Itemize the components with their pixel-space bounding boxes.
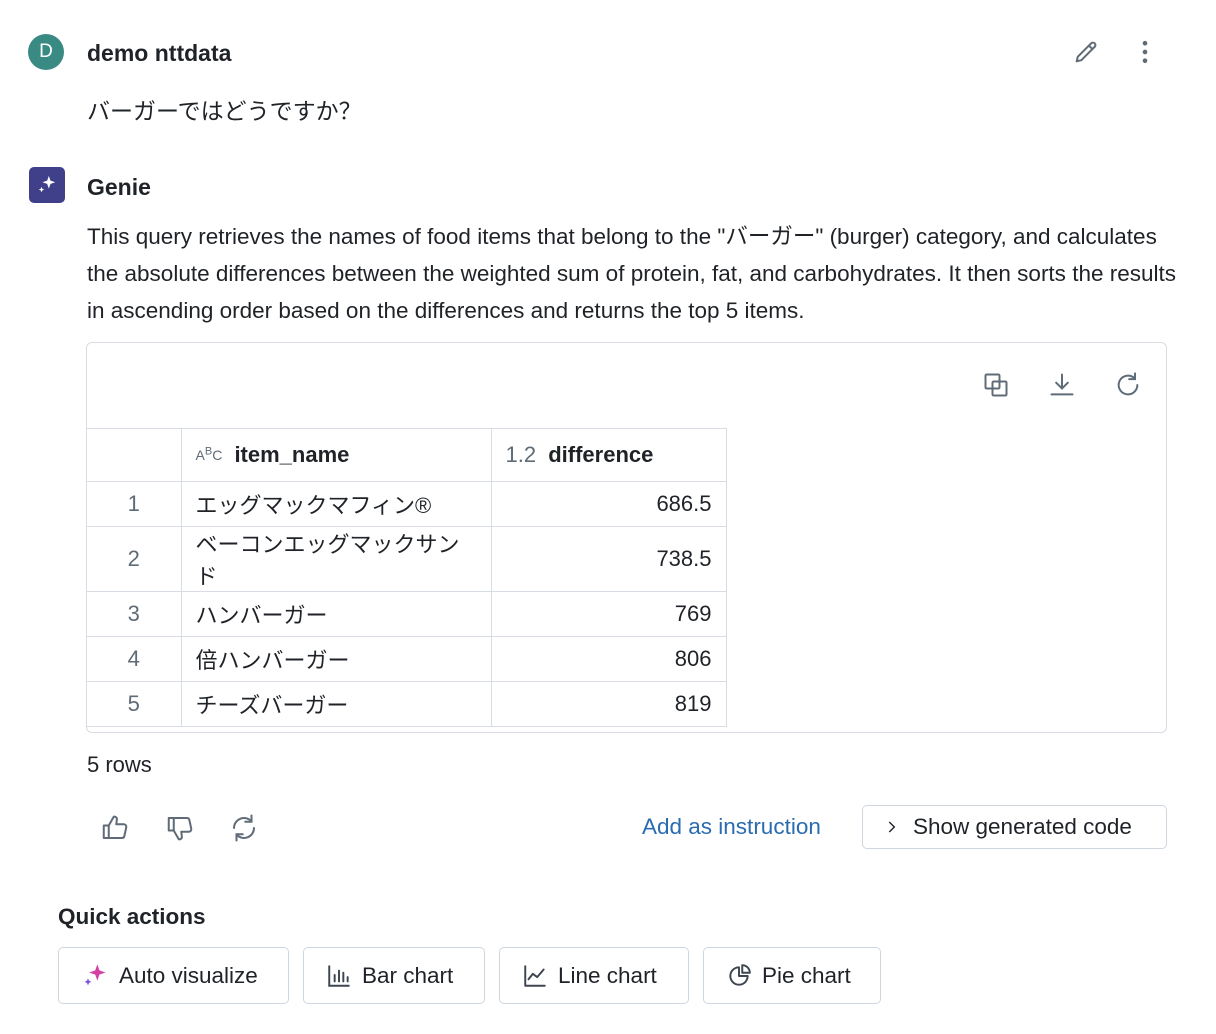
download-button[interactable] [1044, 367, 1080, 403]
user-avatar: D [28, 34, 64, 70]
pie-chart-label: Pie chart [762, 962, 851, 988]
string-type-icon: ABC [195, 445, 223, 463]
bar-chart-icon [326, 963, 352, 989]
quick-actions-title: Quick actions [58, 904, 206, 929]
numeric-type-label: 1.2 [505, 442, 537, 467]
regenerate-icon [233, 814, 255, 842]
table-header-row: ABC item_name 1.2 difference [87, 428, 727, 482]
genie-author-name: Genie [87, 174, 151, 200]
auto-visualize-button[interactable]: Auto visualize [58, 947, 289, 1004]
result-card: ABC item_name 1.2 difference 1 エッグマックマフィ… [86, 342, 1167, 733]
show-generated-code-label: Show generated code [913, 814, 1132, 839]
cell-difference: 686.5 [490, 481, 727, 527]
genie-description: This query retrieves the names of food i… [87, 224, 1176, 323]
cell-item-name: ハンバーガー [180, 591, 492, 637]
table-row: 1 エッグマックマフィン® 686.5 [87, 481, 727, 527]
kebab-menu-icon [1142, 40, 1148, 64]
edit-message-button[interactable] [1068, 34, 1104, 70]
thumbs-up-button[interactable] [97, 810, 133, 846]
auto-visualize-label: Auto visualize [119, 962, 258, 988]
sparkle-icon [81, 962, 109, 990]
cell-item-name: 倍ハンバーガー [180, 636, 492, 682]
copy-icon [984, 373, 1008, 397]
cell-difference: 738.5 [490, 526, 727, 592]
table-row: 2 ベーコンエッグマックサンド 738.5 [87, 526, 727, 592]
add-as-instruction-link[interactable]: Add as instruction [642, 814, 821, 840]
table-row: 4 倍ハンバーガー 806 [87, 636, 727, 682]
thumbs-down-button[interactable] [162, 810, 198, 846]
line-chart-label: Line chart [558, 962, 657, 988]
column-name: difference [548, 442, 654, 467]
index-header [87, 428, 182, 482]
pie-chart-icon [726, 963, 752, 989]
table-row: 3 ハンバーガー 769 [87, 591, 727, 637]
pencil-icon [1075, 41, 1097, 63]
chevron-right-icon [885, 820, 899, 834]
results-table: ABC item_name 1.2 difference 1 エッグマックマフィ… [87, 428, 727, 727]
column-name: item_name [234, 442, 350, 467]
cell-item-name: エッグマックマフィン® [180, 481, 492, 527]
genie-avatar [29, 167, 65, 203]
cell-difference: 806 [490, 636, 727, 682]
bar-chart-button[interactable]: Bar chart [303, 947, 485, 1004]
avatar-letter: D [39, 41, 53, 62]
cell-difference: 769 [490, 591, 727, 637]
copy-button[interactable] [978, 367, 1014, 403]
line-chart-button[interactable]: Line chart [499, 947, 689, 1004]
show-generated-code-button[interactable]: Show generated code [862, 805, 1167, 849]
regenerate-button[interactable] [226, 810, 262, 846]
refresh-button[interactable] [1110, 367, 1146, 403]
cell-item-name: ベーコンエッグマックサンド [180, 526, 492, 592]
download-icon [1050, 373, 1074, 396]
row-index: 5 [87, 681, 182, 727]
cell-difference: 819 [490, 681, 727, 727]
user-author-name: demo nttdata [87, 40, 232, 66]
table-row: 5 チーズバーガー 819 [87, 681, 727, 727]
row-index: 1 [87, 481, 182, 527]
row-index: 3 [87, 591, 182, 637]
cell-item-name: チーズバーガー [180, 681, 492, 727]
thumbs-up-icon [102, 815, 128, 839]
bar-chart-label: Bar chart [362, 962, 454, 988]
refresh-icon [1117, 372, 1139, 396]
sparkle-icon [38, 175, 56, 193]
line-chart-icon [522, 963, 548, 989]
row-count-label: 5 rows [87, 752, 152, 777]
column-header-item-name[interactable]: ABC item_name [180, 428, 492, 482]
row-index: 2 [87, 526, 182, 592]
result-toolbar [978, 367, 1146, 403]
user-message-text: バーガーではどうですか？ [87, 98, 362, 124]
more-options-button[interactable] [1127, 34, 1163, 70]
thumbs-down-icon [167, 817, 193, 841]
column-header-difference[interactable]: 1.2 difference [490, 428, 727, 482]
row-index: 4 [87, 636, 182, 682]
pie-chart-button[interactable]: Pie chart [703, 947, 881, 1004]
